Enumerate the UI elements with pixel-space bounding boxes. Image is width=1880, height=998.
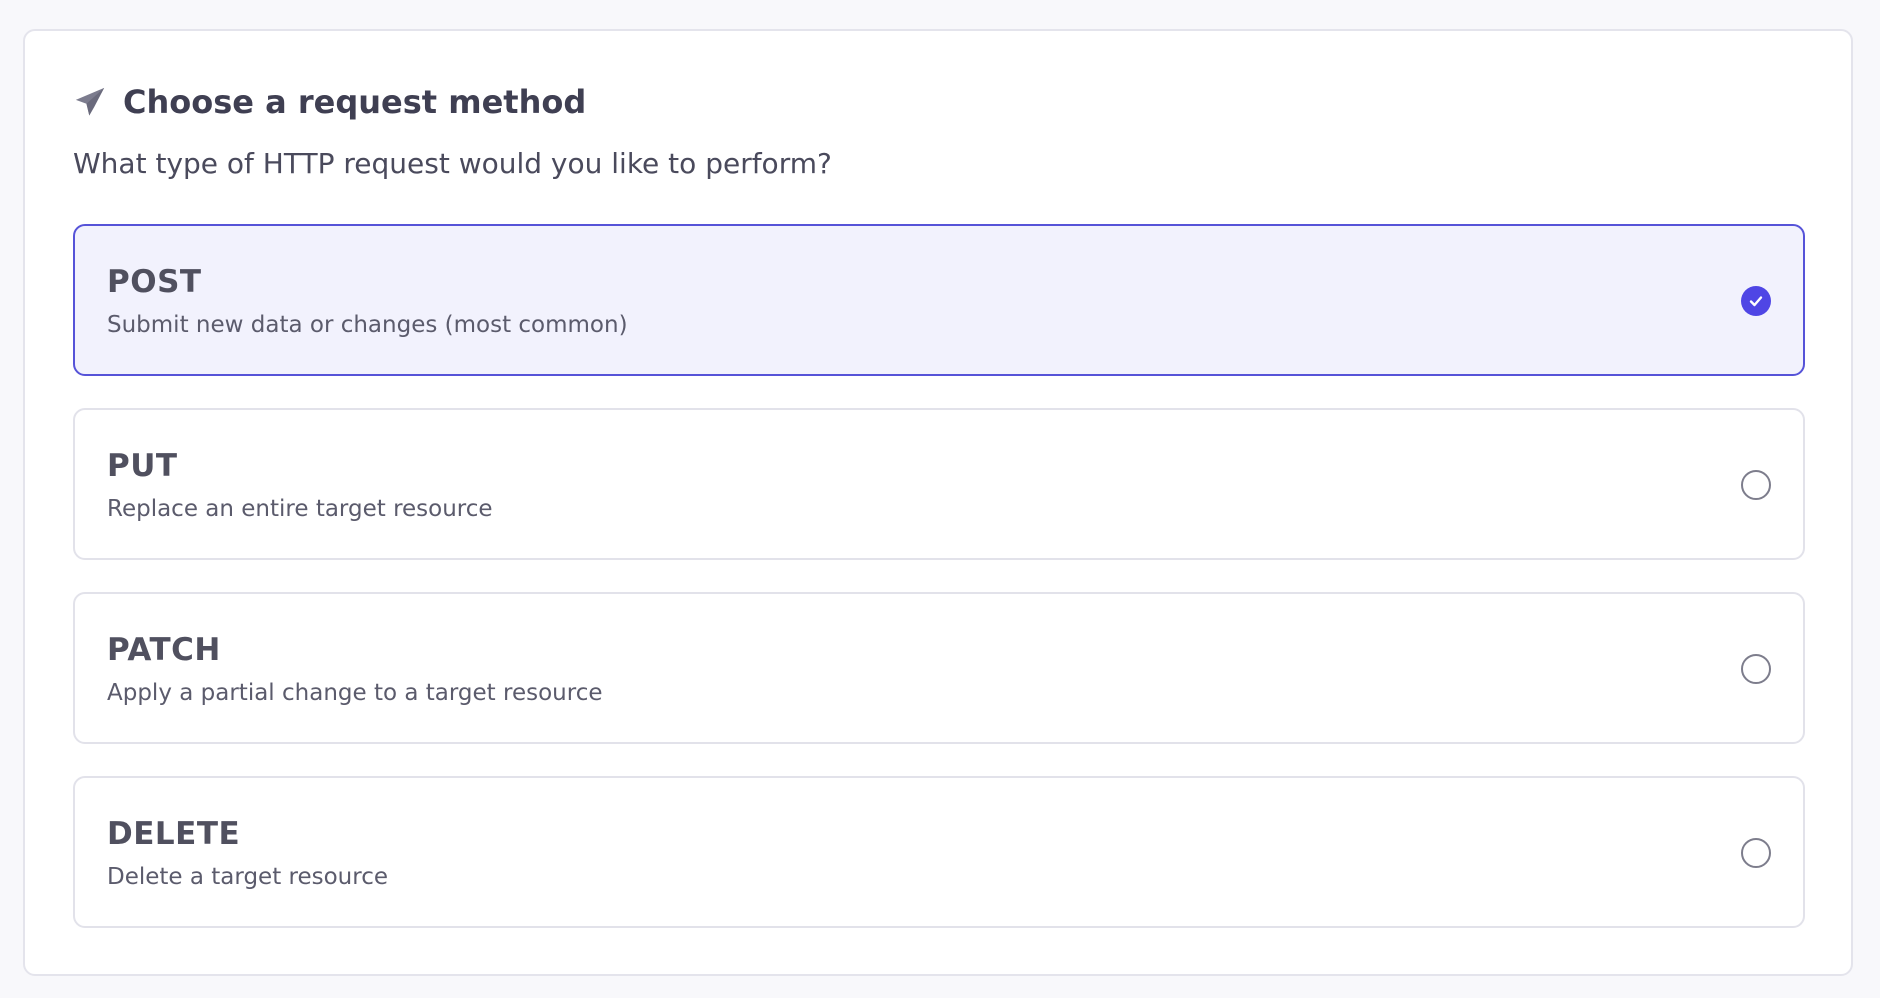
method-description: Submit new data or changes (most common): [107, 312, 628, 338]
radio-circle-icon[interactable]: [1741, 654, 1771, 684]
request-method-panel: Choose a request method What type of HTT…: [23, 29, 1853, 976]
method-name: PUT: [107, 448, 178, 484]
method-description: Replace an entire target resource: [107, 496, 493, 522]
radio-circle-icon[interactable]: [1741, 470, 1771, 500]
method-description: Apply a partial change to a target resou…: [107, 680, 603, 706]
panel-subtitle: What type of HTTP request would you like…: [73, 147, 832, 180]
panel-header: Choose a request method: [73, 83, 586, 121]
method-options: POST Submit new data or changes (most co…: [73, 224, 1805, 960]
check-circle-icon[interactable]: [1741, 286, 1771, 316]
method-name: POST: [107, 264, 202, 300]
method-description: Delete a target resource: [107, 864, 389, 890]
method-name: DELETE: [107, 816, 241, 852]
method-name: PATCH: [107, 632, 221, 668]
paper-plane-icon: [73, 85, 107, 119]
radio-circle-icon[interactable]: [1741, 838, 1771, 868]
method-option-post[interactable]: POST Submit new data or changes (most co…: [73, 224, 1805, 376]
method-option-patch[interactable]: PATCH Apply a partial change to a target…: [73, 592, 1805, 744]
panel-title: Choose a request method: [123, 83, 587, 121]
method-option-put[interactable]: PUT Replace an entire target resource: [73, 408, 1805, 560]
method-option-delete[interactable]: DELETE Delete a target resource: [73, 776, 1805, 928]
